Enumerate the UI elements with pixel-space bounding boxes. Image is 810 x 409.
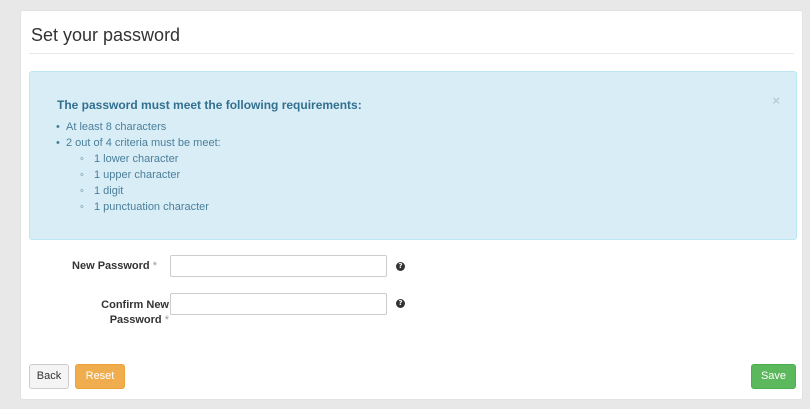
question-circle-icon[interactable]: ? bbox=[396, 299, 405, 308]
requirements-alert: The password must meet the following req… bbox=[29, 71, 797, 240]
required-marker: * bbox=[164, 314, 169, 326]
page-title: Set your password bbox=[31, 25, 181, 45]
close-icon[interactable]: × bbox=[772, 94, 780, 107]
password-panel: Set your password The password must meet… bbox=[20, 10, 803, 400]
title-divider bbox=[29, 53, 794, 54]
confirm-password-input[interactable] bbox=[170, 293, 387, 315]
save-button[interactable]: Save bbox=[751, 364, 796, 389]
confirm-password-label-text: Password bbox=[109, 314, 162, 326]
criteria-list: 1 lower character 1 upper character 1 di… bbox=[66, 151, 221, 215]
confirm-password-label-line2: Password * bbox=[41, 313, 169, 328]
new-password-input[interactable] bbox=[170, 255, 387, 277]
required-marker: * bbox=[152, 260, 157, 272]
alert-heading: The password must meet the following req… bbox=[57, 98, 362, 112]
confirm-password-label: Confirm New Password * bbox=[41, 298, 169, 328]
requirements-list: At least 8 characters 2 out of 4 criteri… bbox=[54, 119, 221, 215]
confirm-password-label-line1: Confirm New bbox=[101, 299, 169, 311]
criteria-item: 1 punctuation character bbox=[80, 199, 221, 215]
criteria-item: 1 digit bbox=[80, 183, 221, 199]
requirement-item: At least 8 characters bbox=[54, 119, 221, 135]
question-circle-icon[interactable]: ? bbox=[396, 262, 405, 271]
back-button[interactable]: Back bbox=[29, 364, 69, 389]
requirement-text: 2 out of 4 criteria must be meet: bbox=[66, 137, 221, 149]
requirement-item: 2 out of 4 criteria must be meet: 1 lowe… bbox=[54, 135, 221, 215]
criteria-item: 1 lower character bbox=[80, 151, 221, 167]
new-password-label-text: New Password bbox=[72, 260, 150, 272]
criteria-item: 1 upper character bbox=[80, 167, 221, 183]
reset-button[interactable]: Reset bbox=[75, 364, 125, 389]
new-password-label: New Password * bbox=[41, 259, 157, 274]
